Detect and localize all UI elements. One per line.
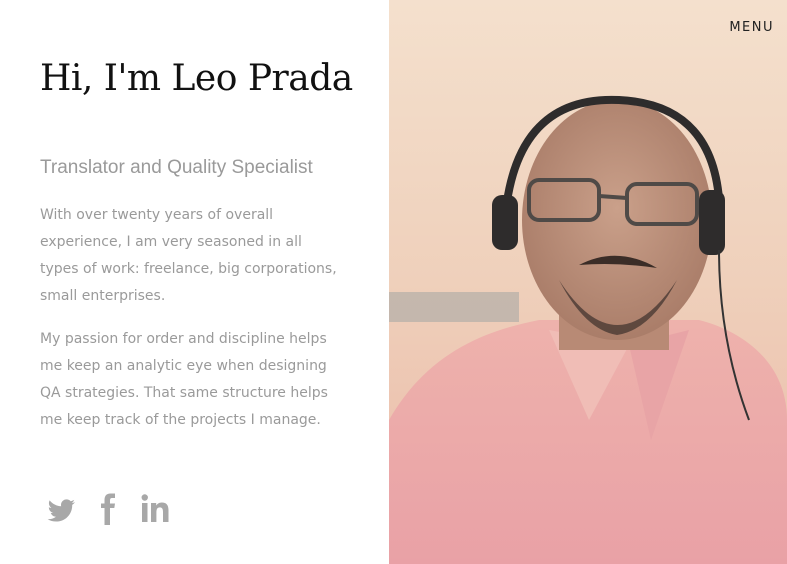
twitter-icon: [47, 499, 76, 522]
menu-button[interactable]: MENU: [729, 20, 774, 35]
page-subtitle: Translator and Quality Specialist: [40, 157, 313, 178]
portrait-illustration: [389, 0, 787, 564]
facebook-icon: [101, 493, 115, 525]
facebook-link[interactable]: [92, 492, 126, 526]
linkedin-link[interactable]: [140, 492, 174, 526]
twitter-link[interactable]: [44, 492, 78, 526]
page: Hi, I'm Leo Prada Translator and Quality…: [0, 0, 787, 564]
intro-paragraph-1: With over twenty years of overall experi…: [40, 207, 337, 304]
page-title: Hi, I'm Leo Prada: [40, 58, 353, 99]
social-links: [44, 492, 174, 526]
intro-paragraph-2: My passion for order and discipline help…: [40, 331, 328, 428]
profile-photo: [389, 0, 787, 564]
linkedin-icon: [141, 494, 169, 522]
intro-panel: Hi, I'm Leo Prada Translator and Quality…: [0, 0, 389, 564]
